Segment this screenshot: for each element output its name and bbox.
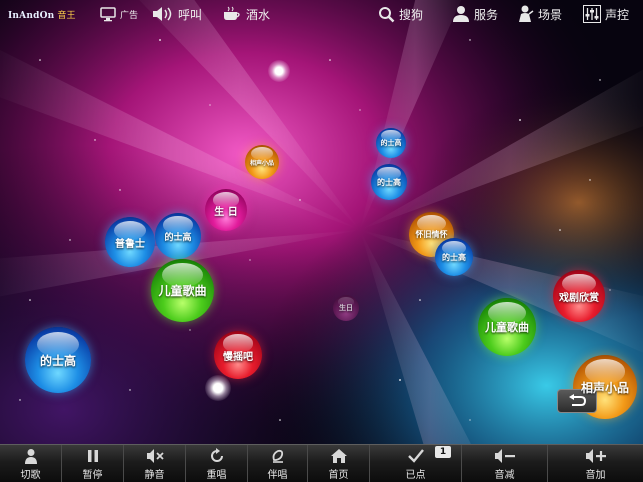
cut-song-button[interactable]: 切歌 xyxy=(0,445,62,482)
sound-control-label: 声控 xyxy=(605,7,630,22)
category-bubble[interactable]: 儿童歌曲 xyxy=(151,259,214,322)
category-bubble[interactable]: 相声小品 xyxy=(245,145,279,179)
volume-up-label: 音加 xyxy=(585,470,606,481)
equalizer-icon xyxy=(583,5,601,23)
category-bubble[interactable]: 生 日 xyxy=(205,189,247,231)
mute-button[interactable]: 静音 xyxy=(124,445,186,482)
speaker-icon xyxy=(153,7,172,21)
scene-label: 场景 xyxy=(538,7,563,22)
ordered-count-badge: 1 xyxy=(435,446,451,458)
call-label: 呼叫 xyxy=(178,7,203,22)
mute-icon xyxy=(146,449,164,463)
nebula-background xyxy=(0,0,643,482)
service-label: 服务 xyxy=(474,7,499,22)
drinks-button[interactable]: 酒水 xyxy=(222,3,270,25)
category-bubble[interactable]: 的士高 xyxy=(371,164,407,200)
volume-up-icon xyxy=(585,449,606,463)
volume-up-button[interactable]: 音加 xyxy=(548,445,643,482)
ad-button[interactable]: 广告 xyxy=(100,3,138,25)
bottom-toolbar: 切歌 暂停 静音 重唱 伴唱 首页 已点 1 音减 音加 xyxy=(0,444,643,482)
volume-down-label: 音减 xyxy=(494,470,515,481)
coffee-cup-icon xyxy=(224,6,240,20)
accompany-icon xyxy=(272,449,283,463)
pause-label: 暂停 xyxy=(82,470,103,481)
glow-star xyxy=(205,375,231,401)
ordered-label: 已点 xyxy=(405,470,426,481)
ad-label: 广告 xyxy=(120,10,139,21)
call-button[interactable]: 呼叫 xyxy=(152,3,202,25)
checkmark-icon xyxy=(407,449,424,463)
user-icon xyxy=(453,6,469,22)
top-toolbar: InAndOn 音王 广告 呼叫 酒水 搜狗 服务 场景 声控 xyxy=(0,0,643,30)
glow-star xyxy=(268,60,290,82)
app-logo: InAndOn 音王 xyxy=(8,11,76,21)
home-button[interactable]: 首页 xyxy=(308,445,370,482)
accompany-button[interactable]: 伴唱 xyxy=(248,445,308,482)
search-label: 搜狗 xyxy=(399,7,424,22)
home-icon xyxy=(330,449,347,463)
service-button[interactable]: 服务 xyxy=(452,3,498,25)
return-arrow-icon xyxy=(569,394,587,406)
category-bubble[interactable]: 戏剧欣赏 xyxy=(553,270,605,322)
sound-control-button[interactable]: 声控 xyxy=(583,3,629,25)
person-icon xyxy=(519,5,534,22)
search-button[interactable]: 搜狗 xyxy=(378,3,423,25)
category-bubble[interactable]: 的士高 xyxy=(25,327,91,393)
search-icon xyxy=(379,6,395,22)
pause-button[interactable]: 暂停 xyxy=(62,445,124,482)
category-bubble[interactable]: 儿童歌曲 xyxy=(478,298,536,356)
drinks-label: 酒水 xyxy=(246,7,271,22)
category-bubble[interactable]: 慢摇吧 xyxy=(214,331,262,379)
category-bubble[interactable]: 生日 xyxy=(333,295,359,321)
category-bubble[interactable]: 的士高 xyxy=(435,238,473,276)
pause-icon xyxy=(87,450,98,462)
accompany-label: 伴唱 xyxy=(267,470,288,481)
replay-label: 重唱 xyxy=(206,470,227,481)
cut-song-label: 切歌 xyxy=(20,470,41,481)
replay-button[interactable]: 重唱 xyxy=(186,445,248,482)
monitor-icon xyxy=(100,6,116,21)
singer-icon xyxy=(24,449,37,464)
mute-label: 静音 xyxy=(144,470,165,481)
category-bubble[interactable]: 的士高 xyxy=(155,213,201,259)
category-bubble[interactable]: 的士高 xyxy=(376,128,406,158)
scene-button[interactable]: 场景 xyxy=(516,3,562,25)
volume-down-button[interactable]: 音减 xyxy=(462,445,548,482)
category-bubble[interactable]: 普鲁士 xyxy=(105,217,155,267)
home-label: 首页 xyxy=(328,470,349,481)
replay-icon xyxy=(210,448,223,462)
volume-down-icon xyxy=(494,449,515,463)
